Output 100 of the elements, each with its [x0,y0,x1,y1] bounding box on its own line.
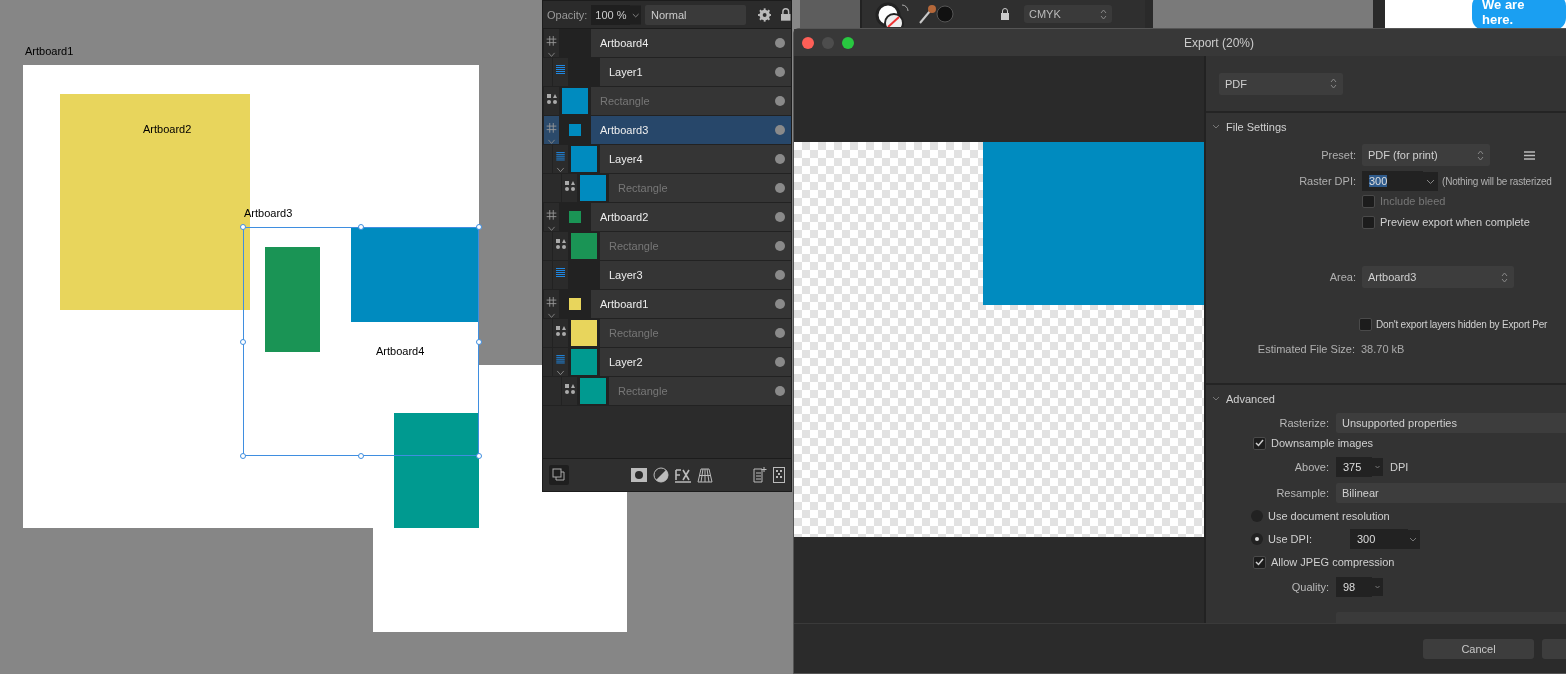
blend-mode-dropdown[interactable]: Normal [645,4,747,25]
window-title: Export (20%) [1184,35,1255,50]
raster-note: (Nothing will be rasterized [1442,175,1552,187]
selection-box[interactable] [243,227,479,456]
artboard-icon [546,297,557,307]
opacity-label: Opacity: [547,8,588,21]
dropdown-icon[interactable] [1372,458,1383,476]
add-layer-icon[interactable] [753,467,767,483]
chevron-icon[interactable] [547,312,556,318]
resize-handle[interactable] [240,453,246,459]
dropdown-icon[interactable] [1372,578,1383,596]
resize-handle[interactable] [476,338,482,345]
preset-dropdown[interactable]: PDF (for print) [1362,144,1490,166]
section-header[interactable]: File Settings [1206,113,1566,141]
layer-row[interactable]: Artboard4 [591,29,791,57]
checkbox-label: Allow JPEG compression [1271,556,1395,568]
layer-row[interactable]: Layer2 [600,348,791,376]
mesh-icon[interactable] [697,467,713,483]
layers-icon[interactable] [549,465,569,485]
field-label: Estimated File Size: [1256,343,1355,355]
effects-icon[interactable] [675,467,691,483]
chevron-icon[interactable] [547,138,556,144]
file-size-value: 38.70 kB [1361,343,1405,355]
raster-dpi-field[interactable]: 300 [1362,171,1423,191]
layer-icon [556,268,565,278]
field-label: Area: [1328,271,1356,283]
section-title: File Settings [1226,121,1287,133]
layer-icon [556,65,565,75]
shapes-icon [564,181,575,191]
checkbox-label: Downsample images [1271,437,1374,449]
field-label: Quality: [1290,581,1329,593]
layer-icon [556,355,565,365]
checkbox[interactable] [1359,317,1372,331]
chevron-icon[interactable] [547,225,556,231]
radio-button[interactable] [1251,533,1263,545]
checkbox[interactable] [1362,215,1375,229]
chat-bubble: We are here. [1472,0,1566,30]
shapes-icon [555,239,566,249]
dpi-field[interactable]: 300 [1350,529,1408,549]
rasterize-dropdown[interactable]: Unsupported properties [1336,413,1566,433]
resize-handle[interactable] [358,224,364,230]
eyedropper-icon[interactable] [918,3,954,25]
layer-row[interactable]: Layer3 [600,261,791,289]
mask-icon[interactable] [631,468,647,482]
resize-handle[interactable] [476,453,482,459]
chevron-icon [1212,396,1220,402]
checkbox-label: Preview export when complete [1380,216,1530,228]
settings-icon[interactable] [758,7,772,22]
section-header[interactable]: Advanced [1206,385,1566,413]
field-label: Preset: [1320,149,1356,161]
format-dropdown[interactable]: PDF [1219,72,1343,95]
close-button[interactable] [802,36,814,49]
checkbox-label: Don't export layers hidden by Export Per [1376,318,1548,330]
above-field[interactable]: 375 [1336,457,1372,477]
color-mode-dropdown[interactable]: CMYK [1024,5,1112,23]
field-label: Raster DPI: [1298,175,1356,187]
shapes-icon [555,326,566,336]
artboard-label: Artboard4 [376,345,425,358]
field-label: Above: [1293,461,1329,473]
resize-handle[interactable] [476,224,482,230]
chevron-icon[interactable] [547,51,556,57]
checkbox[interactable] [1253,555,1266,569]
layer-row[interactable]: Artboard1 [591,290,791,318]
menu-icon[interactable] [1524,150,1535,160]
checkbox[interactable] [1253,436,1266,450]
resize-handle[interactable] [240,338,246,345]
layer-row[interactable]: Artboard3 [591,116,791,144]
group-icon[interactable] [773,467,785,483]
cancel-button[interactable]: Cancel [1423,638,1534,659]
artboard-label: Artboard2 [143,123,192,136]
resize-handle[interactable] [240,224,246,230]
shapes-icon [564,384,575,394]
artboard-label: Artboard1 [25,45,74,58]
stepper-icon [1501,271,1508,283]
unit-label: DPI [1390,461,1409,473]
chevron-icon[interactable] [556,370,565,376]
resize-handle[interactable] [358,453,364,459]
field-label: Resample: [1275,487,1329,499]
dropdown-icon[interactable] [1423,171,1438,191]
dropdown-icon[interactable] [1406,529,1420,549]
stepper-icon [1100,8,1107,20]
chevron-icon [1212,124,1220,130]
adjustment-icon[interactable] [653,467,669,483]
layer-icon [556,152,565,162]
chevron-icon[interactable] [556,167,565,173]
stepper-icon [1330,78,1337,89]
layer-row[interactable]: Artboard2 [591,203,791,231]
radio-label: Use DPI: [1268,533,1313,545]
quality-field[interactable]: 98 [1336,577,1372,597]
area-dropdown[interactable]: Artboard3 [1362,266,1514,288]
opacity-field[interactable]: 100 % [591,4,630,25]
lock-icon[interactable] [781,8,791,21]
radio-label: Use document resolution [1268,510,1390,522]
resample-dropdown[interactable]: Bilinear [1336,483,1566,503]
layer-row[interactable]: Layer1 [600,58,791,86]
lock-icon[interactable] [1000,8,1010,20]
shapes-icon [546,94,557,104]
artboard-icon [546,36,557,46]
layer-row[interactable]: Layer4 [600,145,791,173]
zoom-button[interactable] [842,36,854,49]
